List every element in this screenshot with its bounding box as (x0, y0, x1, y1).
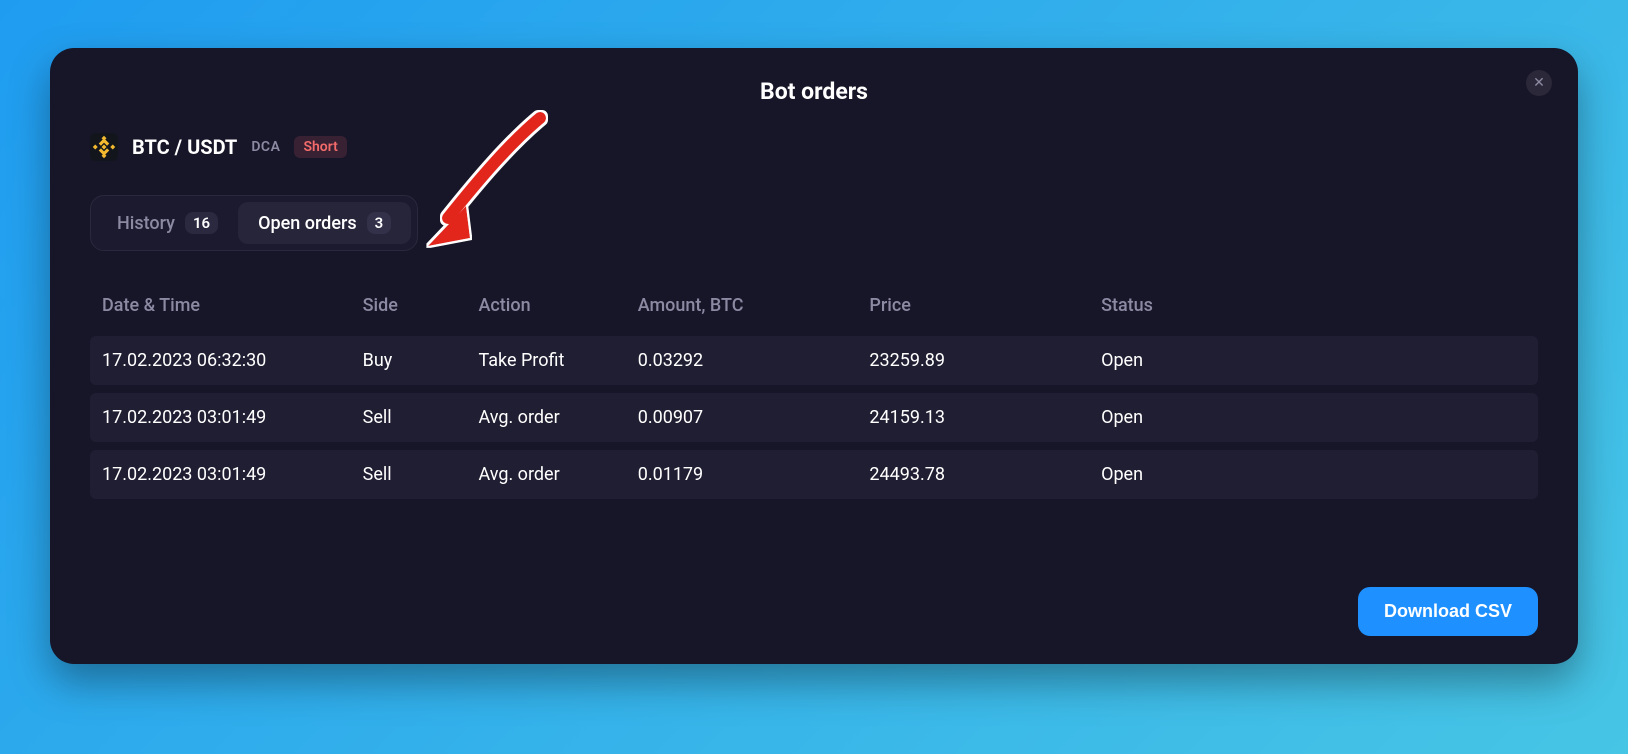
table-row: 17.02.2023 03:01:49 Sell Avg. order 0.01… (90, 450, 1538, 499)
cell-date: 17.02.2023 03:01:49 (90, 450, 351, 499)
close-icon[interactable]: ✕ (1526, 70, 1552, 96)
col-action: Action (466, 285, 625, 328)
col-status: Status (1089, 285, 1538, 328)
modal-title: Bot orders (90, 78, 1538, 105)
col-date: Date & Time (90, 285, 351, 328)
tabs: History 16 Open orders 3 (90, 195, 418, 251)
col-amount: Amount, BTC (626, 285, 858, 328)
binance-icon (90, 133, 118, 161)
cell-price: 24159.13 (857, 393, 1089, 442)
cell-date: 17.02.2023 06:32:30 (90, 336, 351, 385)
strategy-label: DCA (251, 139, 280, 155)
tab-open-orders[interactable]: Open orders 3 (238, 202, 411, 244)
tab-count-badge: 3 (367, 212, 392, 234)
cell-amount: 0.03292 (626, 336, 858, 385)
side-badge: Short (294, 136, 346, 158)
cell-side: Buy (351, 336, 467, 385)
bot-orders-modal: ✕ Bot orders BTC / USDT DCA Short (50, 48, 1578, 664)
orders-table: Date & Time Side Action Amount, BTC Pric… (90, 277, 1538, 507)
table-row: 17.02.2023 03:01:49 Sell Avg. order 0.00… (90, 393, 1538, 442)
tab-history[interactable]: History 16 (97, 202, 238, 244)
cell-status: Open (1089, 450, 1538, 499)
cell-status: Open (1089, 393, 1538, 442)
pair-symbol: BTC / USDT (132, 135, 237, 159)
cell-status: Open (1089, 336, 1538, 385)
cell-amount: 0.00907 (626, 393, 858, 442)
col-price: Price (857, 285, 1089, 328)
tab-label: History (117, 213, 175, 234)
cell-action: Avg. order (466, 393, 625, 442)
cell-price: 23259.89 (857, 336, 1089, 385)
cell-side: Sell (351, 450, 467, 499)
col-side: Side (351, 285, 467, 328)
cell-amount: 0.01179 (626, 450, 858, 499)
cell-price: 24493.78 (857, 450, 1089, 499)
cell-action: Avg. order (466, 450, 625, 499)
cell-side: Sell (351, 393, 467, 442)
tab-count-badge: 16 (185, 212, 218, 234)
table-body: 17.02.2023 06:32:30 Buy Take Profit 0.03… (90, 336, 1538, 499)
close-glyph: ✕ (1533, 76, 1545, 90)
table-row: 17.02.2023 06:32:30 Buy Take Profit 0.03… (90, 336, 1538, 385)
cell-action: Take Profit (466, 336, 625, 385)
modal-footer: Download CSV (90, 587, 1538, 636)
pair-info: BTC / USDT DCA Short (90, 133, 1538, 161)
download-csv-button[interactable]: Download CSV (1358, 587, 1538, 636)
table-header-row: Date & Time Side Action Amount, BTC Pric… (90, 285, 1538, 328)
cell-date: 17.02.2023 03:01:49 (90, 393, 351, 442)
tab-label: Open orders (258, 213, 356, 234)
